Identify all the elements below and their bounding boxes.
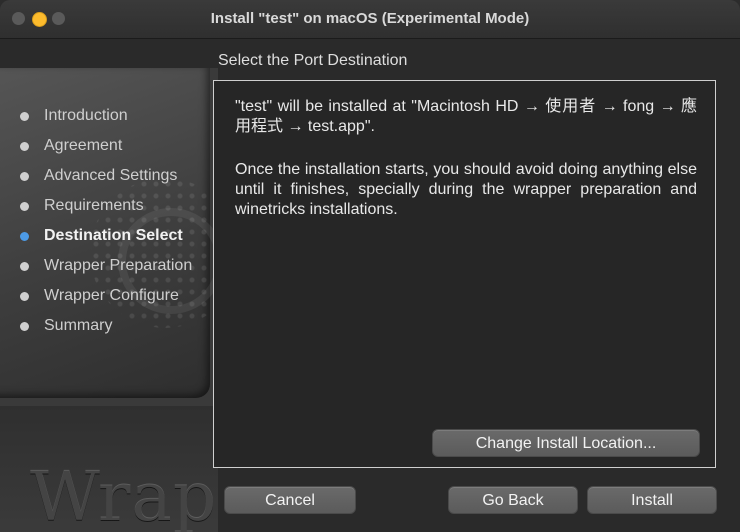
warning-text: Once the installation starts, you should… xyxy=(235,161,697,218)
step-bullet-icon xyxy=(20,322,29,331)
step-bullet-icon xyxy=(20,232,29,241)
step-advanced-settings: Advanced Settings xyxy=(0,164,218,194)
installer-window: Install "test" on macOS (Experimental Mo… xyxy=(0,0,740,532)
step-destination-select: Destination Select xyxy=(0,224,218,254)
step-label: Introduction xyxy=(44,107,128,124)
step-bullet-icon xyxy=(20,172,29,181)
step-introduction: Introduction xyxy=(0,104,218,134)
step-summary: Summary xyxy=(0,314,218,344)
title-bar[interactable]: Install "test" on macOS (Experimental Mo… xyxy=(0,0,740,39)
step-label: Advanced Settings xyxy=(44,167,178,184)
step-bullet-icon xyxy=(20,142,29,151)
step-bullet-icon xyxy=(20,112,29,121)
step-wrapper-preparation: Wrapper Preparation xyxy=(0,254,218,284)
step-label: Requirements xyxy=(44,197,144,214)
step-label: Agreement xyxy=(44,137,123,154)
steps-list: Introduction Agreement Advanced Settings… xyxy=(0,104,218,344)
go-back-button[interactable]: Go Back xyxy=(448,486,578,514)
destination-content-box: "test" will be installed at "Macintosh H… xyxy=(213,80,716,468)
wrapper-logo: Wrapper xyxy=(30,458,218,532)
change-install-location-button[interactable]: Change Install Location... xyxy=(432,429,700,457)
cancel-button[interactable]: Cancel xyxy=(224,486,356,514)
window-title: Install "test" on macOS (Experimental Mo… xyxy=(210,10,530,27)
step-bullet-icon xyxy=(20,262,29,271)
step-label: Wrapper Preparation xyxy=(44,257,193,274)
step-bullet-icon xyxy=(20,292,29,301)
section-title: Select the Port Destination xyxy=(218,52,408,69)
step-label: Destination Select xyxy=(44,227,183,244)
step-agreement: Agreement xyxy=(0,134,218,164)
step-label: Summary xyxy=(44,317,113,334)
step-requirements: Requirements xyxy=(0,194,218,224)
step-wrapper-configure: Wrapper Configure xyxy=(0,284,218,314)
install-path-text: "test" will be installed at "Macintosh H… xyxy=(235,98,697,135)
step-label: Wrapper Configure xyxy=(44,287,179,304)
step-bullet-icon xyxy=(20,202,29,211)
install-button[interactable]: Install xyxy=(587,486,717,514)
